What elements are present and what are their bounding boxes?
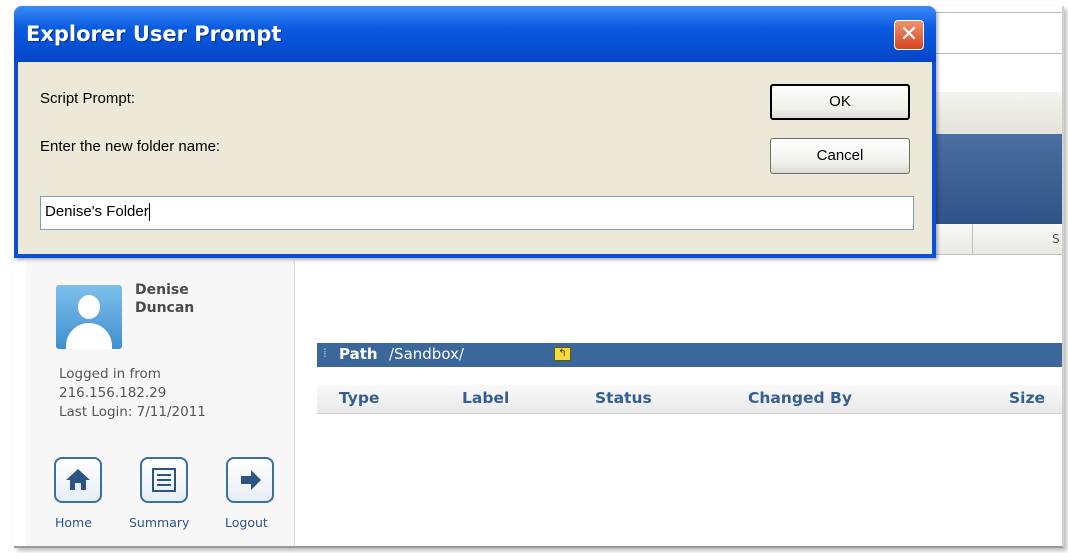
folder-name-value: Denise's Folder	[45, 203, 149, 220]
column-label-partial: S	[1052, 232, 1060, 246]
summary-button[interactable]	[140, 457, 188, 503]
ip-address: 216.156.182.29	[59, 385, 167, 401]
close-button[interactable]: ✕	[894, 20, 924, 50]
prompt-message: Enter the new folder name:	[40, 138, 221, 155]
user-last-name: Duncan	[135, 300, 195, 316]
column-changed-by[interactable]: Changed By	[748, 389, 852, 407]
last-login: Last Login: 7/11/2011	[59, 404, 206, 420]
column-status[interactable]: Status	[595, 389, 652, 407]
text-caret	[148, 203, 150, 222]
column-label[interactable]: Label	[462, 389, 509, 407]
table-header: Type Label Status Changed By Size	[317, 385, 1062, 414]
arrow-right-icon	[241, 470, 261, 490]
path-value: /Sandbox/	[389, 345, 464, 363]
prompt-dialog: Explorer User Prompt ✕ Script Prompt: En…	[14, 6, 936, 258]
folder-up-icon[interactable]: ↰	[554, 347, 571, 361]
path-label: Path	[339, 345, 378, 363]
user-first-name: Denise	[135, 282, 189, 298]
logged-in-label: Logged in from	[59, 366, 161, 382]
address-bar[interactable]	[934, 12, 1062, 54]
column-separator	[972, 224, 973, 254]
summary-label[interactable]: Summary	[129, 515, 189, 530]
close-icon: ✕	[899, 22, 919, 47]
login-info: Logged in from 216.156.182.29 Last Login…	[59, 365, 206, 422]
logout-button[interactable]	[226, 457, 274, 503]
home-button[interactable]	[54, 457, 102, 503]
logout-label[interactable]: Logout	[225, 515, 268, 530]
list-icon	[152, 468, 176, 492]
path-bar: ⁞ Path /Sandbox/ ↰	[317, 343, 1062, 367]
grip-icon: ⁞	[323, 346, 327, 360]
avatar	[56, 285, 122, 349]
script-prompt-label: Script Prompt:	[40, 90, 136, 107]
column-type[interactable]: Type	[339, 389, 379, 407]
dialog-title: Explorer User Prompt	[26, 22, 282, 46]
dialog-body: Script Prompt: Enter the new folder name…	[18, 62, 932, 254]
column-size[interactable]: Size	[1009, 389, 1062, 407]
user-name: Denise Duncan	[135, 281, 194, 317]
folder-name-input[interactable]: Denise's Folder	[40, 196, 914, 230]
dialog-titlebar[interactable]: Explorer User Prompt ✕	[14, 6, 936, 62]
home-icon	[66, 469, 90, 490]
home-label[interactable]: Home	[55, 515, 92, 530]
user-panel: Denise Duncan Logged in from 216.156.182…	[26, 261, 295, 546]
cancel-button[interactable]: Cancel	[770, 138, 910, 174]
ok-button[interactable]: OK	[770, 84, 910, 120]
